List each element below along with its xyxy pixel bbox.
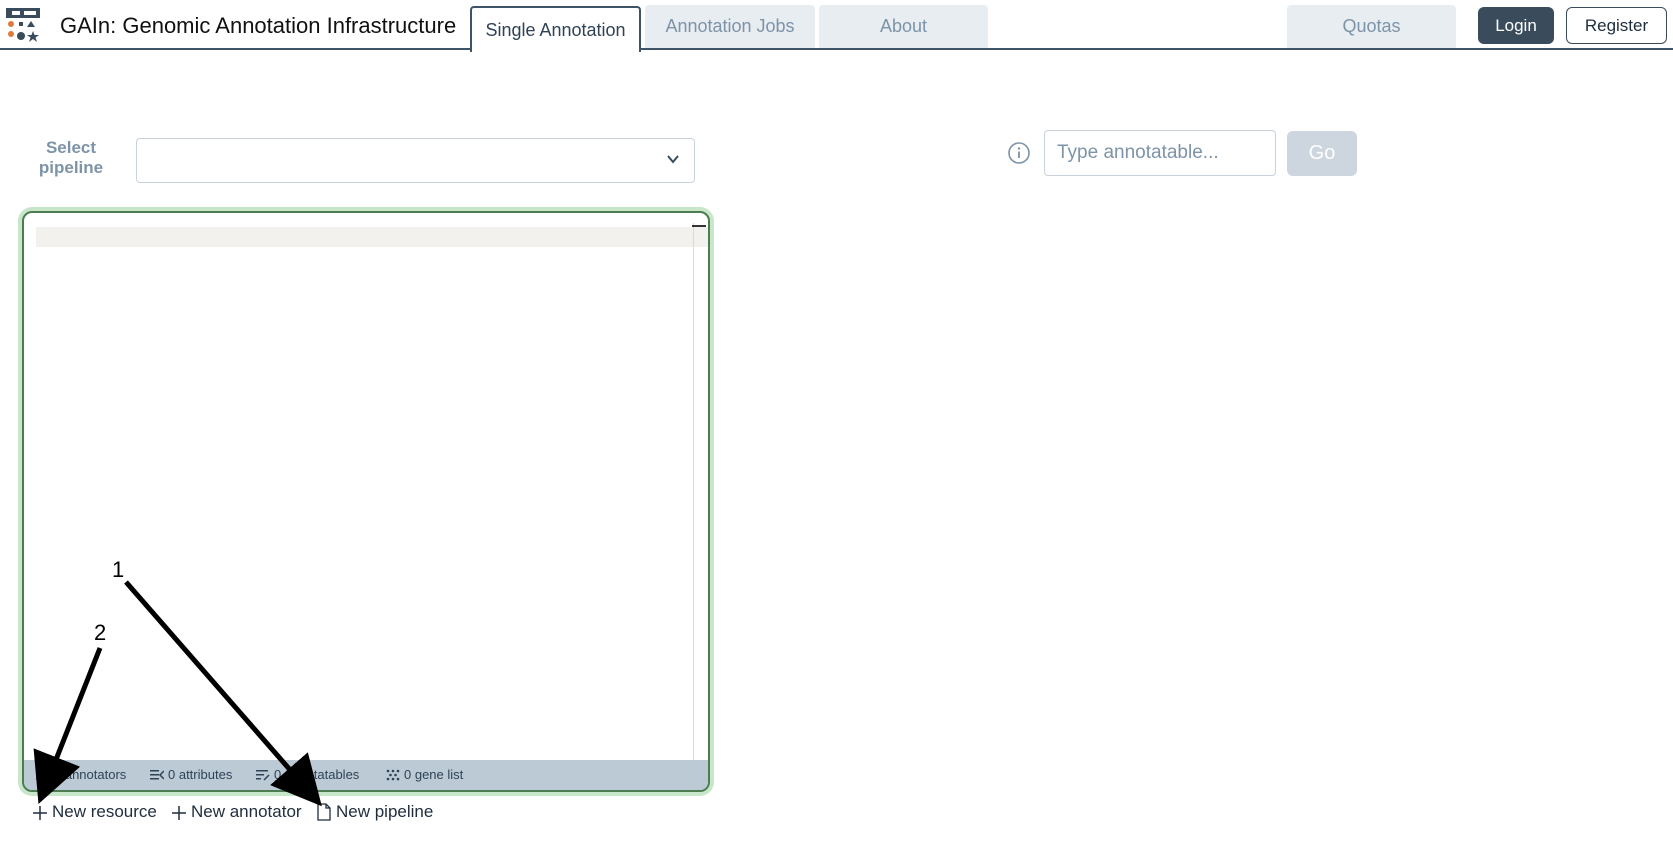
chevron-down-icon [667,155,679,164]
new-pipeline-label: New pipeline [336,802,434,821]
editor-scrollbar-thumb[interactable] [692,225,706,227]
pipeline-editor[interactable]: 0 annotators 0 attributes 0 annotatables… [22,211,710,792]
attributes-count: 0 attributes [150,767,232,782]
plus-icon [33,806,47,820]
register-button[interactable]: Register [1566,7,1667,44]
edit-list-icon [256,769,270,781]
gene-list-count: 0 gene list [386,767,463,782]
attributes-icon [150,769,164,780]
editor-statusbar: 0 annotators 0 attributes 0 annotatables… [24,760,708,790]
editor-active-line [36,227,708,247]
callout-label-2: 2 [94,620,107,645]
pipeline-select[interactable] [136,138,695,183]
annotators-count-text: 0 annotators [54,767,127,782]
scatter-dots-icon [386,769,400,780]
new-annotator-label: New annotator [191,802,302,821]
annotators-count: 0 annotators [36,767,126,782]
login-button[interactable]: Login [1478,7,1554,44]
tab-single-annotation[interactable]: Single Annotation [470,6,641,52]
annotatable-input[interactable] [1044,130,1276,176]
go-button[interactable]: Go [1287,131,1357,176]
plus-icon [172,806,186,820]
new-annotator-button[interactable]: New annotator [171,802,302,822]
info-icon[interactable] [1007,141,1031,165]
new-pipeline-button[interactable]: New pipeline [316,802,433,822]
select-pipeline-label: Select pipeline [38,138,104,177]
attributes-count-text: 0 attributes [168,767,233,782]
callout-label-1: 1 [112,557,125,582]
file-icon [317,803,331,821]
list-icon [36,769,50,779]
quotas-button[interactable]: Quotas [1287,5,1456,48]
app-logo-icon [6,8,40,42]
app-title: GAIn: Genomic Annotation Infrastructure [60,13,457,38]
annotatables-count: 0 annotatables [256,767,359,782]
tab-about[interactable]: About [819,5,988,48]
gene-list-count-text: 0 gene list [404,767,464,782]
new-resource-button[interactable]: New resource [32,802,157,822]
editor-scrollbar[interactable] [693,223,694,773]
tab-annotation-jobs[interactable]: Annotation Jobs [645,5,815,48]
annotatables-count-text: 0 annotatables [274,767,360,782]
top-navbar: GAIn: Genomic Annotation Infrastructure … [0,0,1673,52]
new-resource-label: New resource [52,802,157,821]
